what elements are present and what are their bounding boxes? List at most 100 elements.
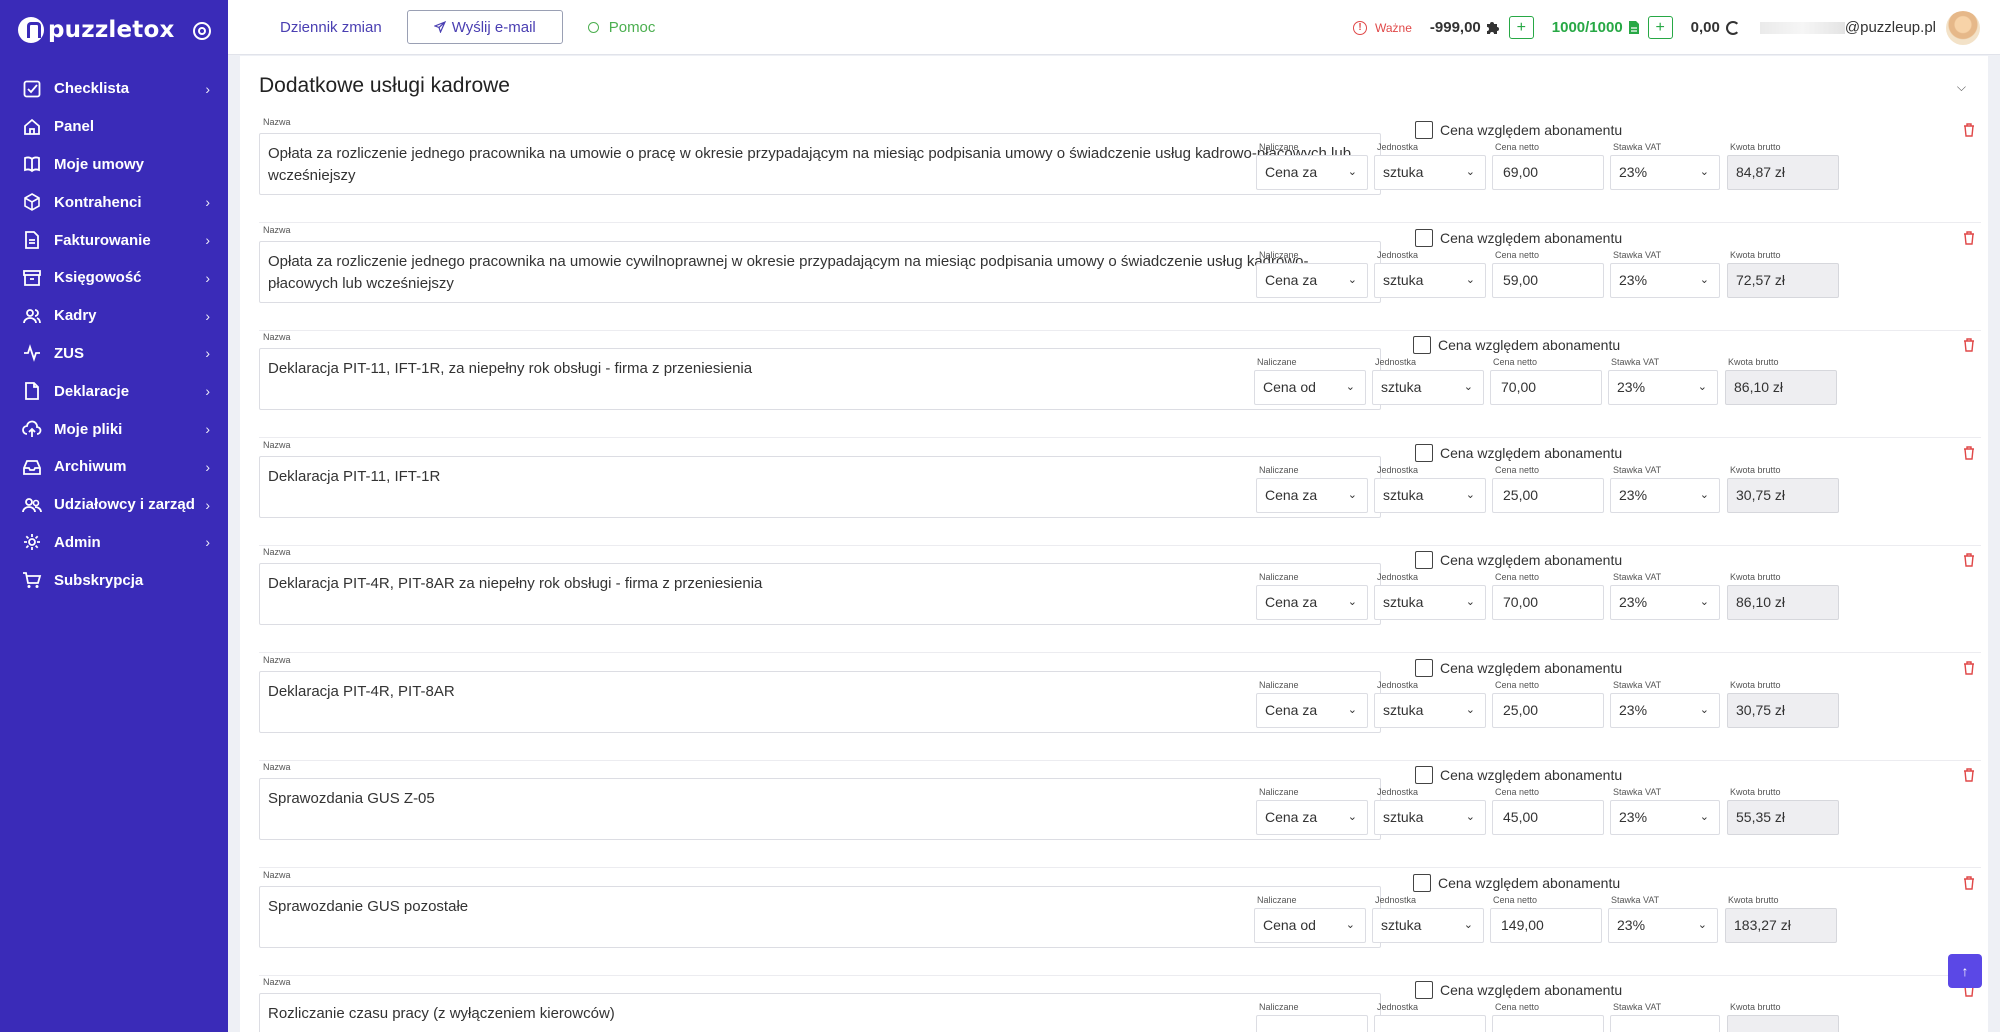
sidebar-item-archiwum[interactable]: Archiwum › (0, 448, 228, 486)
charged-select[interactable]: Cena od ⌄ (1254, 907, 1366, 943)
charged-select[interactable]: Cena za ⌄ (1256, 800, 1368, 835)
subscription-price-checkbox[interactable] (1415, 981, 1433, 999)
important-notice[interactable]: ! Ważne (1352, 20, 1412, 35)
unit-select-value: sztuka (1383, 486, 1424, 503)
net-price-input[interactable]: 70,00 (1490, 370, 1602, 405)
subscription-price-checkbox[interactable] (1413, 336, 1431, 354)
charged-select[interactable]: Cena za ⌄ (1256, 477, 1368, 513)
unit-select-value: sztuka (1383, 701, 1424, 718)
trash-icon[interactable] (1963, 338, 1975, 352)
sidebar-item-zus[interactable]: ZUS › (0, 335, 228, 373)
net-price-input[interactable] (1492, 1015, 1604, 1032)
trash-icon[interactable] (1963, 553, 1975, 567)
net-price-input[interactable]: 25,00 (1492, 477, 1604, 513)
service-name-input[interactable]: Opłata za rozliczenie jednego pracownika… (259, 240, 1381, 303)
charged-select[interactable]: Cena od ⌄ (1254, 370, 1366, 405)
trash-icon[interactable] (1963, 445, 1975, 460)
trash-icon[interactable] (1963, 875, 1975, 890)
subscription-price-checkbox[interactable] (1415, 766, 1433, 784)
subscription-price-checkbox[interactable] (1415, 228, 1433, 247)
unit-select[interactable]: sztuka ⌄ (1374, 585, 1486, 620)
service-name-input[interactable]: Deklaracja PIT-4R, PIT-8AR za niepełny r… (259, 563, 1381, 625)
vat-rate-select[interactable]: 23% ⌄ (1610, 155, 1720, 190)
net-price-input[interactable]: 69,00 (1492, 155, 1604, 190)
sidebar-item-fakturowanie[interactable]: Fakturowanie › (0, 221, 228, 259)
vat-rate-select[interactable]: 23% ⌄ (1610, 692, 1720, 728)
sidebar-item-kontrahenci[interactable]: Kontrahenci › (0, 183, 228, 221)
unit-select[interactable]: sztuka ⌄ (1372, 907, 1484, 943)
service-name-input[interactable]: Sprawozdania GUS Z-05 (259, 778, 1381, 840)
vat-rate-select[interactable]: ⌄ (1610, 1015, 1720, 1032)
sidebar-item-subskrypcja[interactable]: Subskrypcja (0, 561, 228, 599)
subscription-price-checkbox[interactable] (1415, 551, 1433, 569)
trash-icon[interactable] (1963, 230, 1975, 245)
chevron-down-icon: ⌄ (1463, 381, 1473, 393)
sidebar-item-checklista[interactable]: Checklista › (0, 70, 228, 108)
service-name-input[interactable]: Rozliczanie czasu pracy (z wyłączeniem k… (259, 993, 1381, 1032)
vat-rate-select[interactable]: 23% ⌄ (1610, 585, 1720, 620)
charged-select[interactable]: Cena za ⌄ (1256, 262, 1368, 298)
unit-select[interactable]: sztuka ⌄ (1374, 800, 1486, 835)
refresh-icon[interactable] (1725, 20, 1740, 35)
vat-rate-select[interactable]: 23% ⌄ (1610, 262, 1720, 298)
charged-select[interactable]: Cena za ⌄ (1256, 585, 1368, 620)
vat-rate-select[interactable]: 23% ⌄ (1610, 477, 1720, 513)
service-name-input[interactable]: Opłata za rozliczenie jednego pracownika… (259, 133, 1381, 195)
subscription-price-checkbox[interactable] (1415, 121, 1433, 139)
net-price-input[interactable]: 149,00 (1490, 907, 1602, 943)
net-price-input[interactable]: 25,00 (1492, 692, 1604, 728)
user-email[interactable]: @puzzleup.pl (1759, 19, 1936, 36)
vat-rate-select[interactable]: 23% ⌄ (1610, 800, 1720, 835)
charged-select[interactable]: ⌄ (1256, 1015, 1368, 1032)
net-price-input-value: 149,00 (1501, 916, 1544, 933)
sidebar-toggle-icon[interactable] (193, 22, 211, 40)
service-row: Nazwa Sprawozdania GUS Z-05 Cena względem … (259, 761, 1981, 868)
add-docs-button[interactable]: + (1647, 16, 1673, 39)
service-name-input[interactable]: Deklaracja PIT-11, IFT-1R, za niepełny r… (259, 348, 1381, 410)
trash-icon[interactable] (1963, 123, 1975, 137)
send-email-button[interactable]: Wyślij e-mail (406, 10, 563, 44)
unit-select[interactable]: sztuka ⌄ (1374, 155, 1486, 190)
charged-select[interactable]: Cena za ⌄ (1256, 692, 1368, 728)
chevron-down-icon[interactable]: ⌵ (1957, 80, 1966, 95)
sidebar-item-panel[interactable]: Panel (0, 108, 228, 146)
service-name-input[interactable]: Deklaracja PIT-11, IFT-1R (259, 455, 1381, 518)
sidebar-item-deklaracje[interactable]: Deklaracje › (0, 372, 228, 410)
subscription-price-label: Cena względem abonamentu (1438, 874, 1621, 891)
unit-select-value: sztuka (1381, 379, 1422, 395)
avatar[interactable] (1946, 10, 1980, 45)
vat-rate-select[interactable]: 23% ⌄ (1608, 907, 1718, 943)
subscription-price-checkbox[interactable] (1415, 658, 1433, 677)
sidebar-item-moje-umowy[interactable]: Moje umowy (0, 146, 228, 184)
section-header[interactable]: Dodatkowe usługi kadrowe ⌵ (240, 56, 1988, 116)
net-price-input[interactable]: 59,00 (1492, 262, 1604, 298)
net-price-input[interactable]: 45,00 (1492, 800, 1604, 835)
sidebar-item-admin[interactable]: Admin › (0, 524, 228, 562)
scroll-to-top-button[interactable]: ↑ (1948, 954, 1982, 988)
sidebar-item-udziałowcy-i-zarząd[interactable]: Udziałowcy i zarząd › (0, 486, 228, 524)
sidebar-item-kadry[interactable]: Kadry › (0, 297, 228, 335)
unit-select[interactable]: ⌄ (1374, 1015, 1486, 1032)
unit-select[interactable]: sztuka ⌄ (1372, 370, 1484, 405)
help-link[interactable]: Pomoc (587, 19, 655, 36)
user-group-icon (22, 495, 42, 515)
vat-rate-select[interactable]: 23% ⌄ (1608, 370, 1718, 405)
sidebar-item-moje-pliki[interactable]: Moje pliki › (0, 410, 228, 448)
gross-amount-label: Kwota brutto (1730, 1002, 1781, 1012)
sidebar-item-księgowość[interactable]: Księgowość › (0, 259, 228, 297)
unit-select[interactable]: sztuka ⌄ (1374, 262, 1486, 298)
service-name-input[interactable]: Deklaracja PIT-4R, PIT-8AR (259, 670, 1381, 733)
trash-icon[interactable] (1963, 660, 1975, 675)
chevron-down-icon: ⌄ (1347, 811, 1357, 823)
subscription-price-checkbox[interactable] (1415, 443, 1433, 462)
unit-select[interactable]: sztuka ⌄ (1374, 477, 1486, 513)
net-price-input[interactable]: 70,00 (1492, 585, 1604, 620)
add-puzzle-button[interactable]: + (1508, 16, 1534, 39)
service-name-input[interactable]: Sprawozdanie GUS pozostałe (259, 885, 1381, 948)
charged-label: Naliczane (1259, 464, 1299, 475)
trash-icon[interactable] (1963, 768, 1975, 782)
changelog-link[interactable]: Dziennik zmian (280, 19, 382, 36)
unit-select[interactable]: sztuka ⌄ (1374, 692, 1486, 728)
subscription-price-checkbox[interactable] (1413, 873, 1431, 892)
charged-select[interactable]: Cena za ⌄ (1256, 155, 1368, 190)
